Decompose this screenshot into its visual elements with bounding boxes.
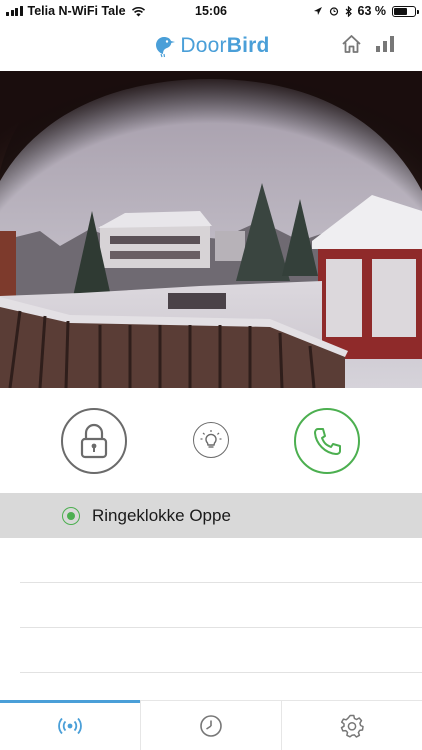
doorbird-logo: DoorBird (152, 34, 269, 58)
light-bulb-icon (200, 430, 222, 448)
device-list-item[interactable]: Ringeklokke Oppe (0, 493, 422, 538)
status-left: Telia N-WiFi Tale (6, 4, 146, 18)
home-icon[interactable] (341, 34, 362, 54)
device-selected-radio[interactable] (62, 506, 80, 525)
bluetooth-icon (345, 5, 352, 17)
unlock-door-button[interactable] (61, 408, 127, 474)
list-divider (20, 627, 422, 628)
battery-level-fill (394, 7, 407, 15)
location-icon (329, 7, 338, 16)
light-button[interactable] (193, 422, 229, 458)
call-button[interactable] (294, 408, 360, 474)
bird-logo-icon (156, 37, 176, 58)
battery-icon (392, 5, 419, 17)
signal-bars-icon[interactable] (376, 36, 394, 52)
camera-live-view[interactable] (0, 71, 422, 388)
app-header: DoorBird (0, 22, 422, 70)
settings-gear-icon (340, 714, 364, 738)
bottom-tab-bar (0, 700, 422, 750)
logo-bird: Bird (226, 34, 270, 57)
battery-percent: 63 % (357, 4, 387, 18)
list-divider (20, 672, 422, 673)
wifi-icon (131, 6, 145, 16)
logo-door: Door (180, 34, 227, 57)
tab-history[interactable] (140, 701, 281, 750)
radio-dot (67, 511, 75, 520)
phone-icon (314, 428, 341, 455)
device-name: Ringeklokke Oppe (92, 505, 231, 525)
status-right: 63 % (313, 4, 419, 18)
tab-settings[interactable] (281, 701, 422, 750)
live-broadcast-icon (58, 717, 82, 734)
camera-image (0, 71, 422, 388)
carrier-name: Telia N-WiFi Tale (27, 4, 126, 18)
cellular-signal-icon (6, 6, 23, 16)
padlock-icon (80, 423, 108, 459)
logo-wordmark: DoorBird (180, 34, 269, 58)
tab-live[interactable] (0, 700, 140, 750)
list-divider (20, 582, 422, 583)
alarm-icon (313, 7, 322, 15)
header-icons (341, 34, 394, 54)
clock-history-icon (200, 714, 222, 737)
status-bar: Telia N-WiFi Tale 15:06 63 % (0, 0, 422, 22)
action-buttons (0, 388, 422, 492)
